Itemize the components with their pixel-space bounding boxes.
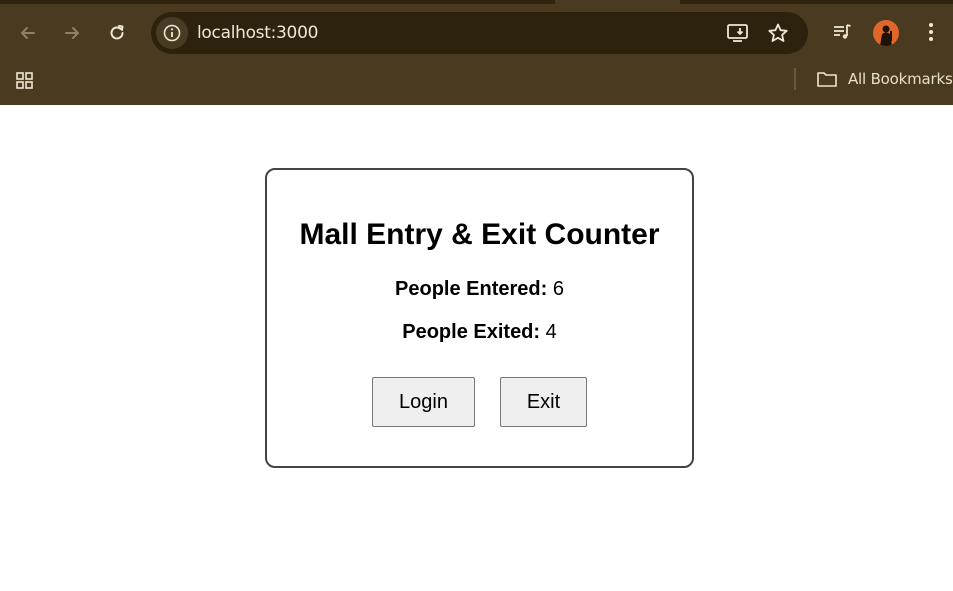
browser-chrome: localhost:3000 All Bookmarks [0, 0, 953, 105]
people-exited-label: People Exited: [402, 321, 541, 343]
bookmarks-bar: All Bookmarks [0, 62, 953, 105]
site-info-icon[interactable] [156, 17, 188, 49]
login-button[interactable]: Login [372, 377, 475, 427]
people-exited-stat: People Exited: 4 [267, 321, 692, 344]
profile-avatar[interactable] [873, 20, 899, 46]
more-menu-icon[interactable] [918, 19, 944, 45]
people-entered-stat: People Entered: 6 [267, 278, 692, 301]
back-arrow-icon [21, 27, 35, 39]
back-button[interactable] [13, 18, 43, 48]
browser-toolbar: localhost:3000 [0, 4, 953, 62]
people-entered-label: People Entered: [395, 278, 548, 300]
url-text[interactable]: localhost:3000 [197, 23, 318, 43]
address-bar[interactable]: localhost:3000 [151, 12, 808, 54]
forward-arrow-icon [65, 27, 79, 39]
folder-icon [817, 72, 837, 87]
bookmark-star-icon[interactable] [767, 22, 789, 44]
install-app-icon[interactable] [726, 22, 750, 44]
page-title: Mall Entry & Exit Counter [299, 218, 660, 251]
bookmarks-divider [794, 68, 796, 90]
counter-card: Mall Entry & Exit Counter People Entered… [265, 168, 694, 468]
page-content: Mall Entry & Exit Counter People Entered… [0, 105, 953, 591]
apps-grid-icon[interactable] [14, 70, 36, 92]
people-entered-value: 6 [552, 278, 564, 300]
reload-button[interactable] [102, 18, 132, 48]
all-bookmarks-button[interactable]: All Bookmarks [816, 68, 953, 90]
exit-button[interactable]: Exit [500, 377, 587, 427]
people-exited-value: 4 [545, 321, 557, 343]
reload-icon [110, 25, 124, 40]
media-control-icon[interactable] [829, 19, 855, 45]
forward-button[interactable] [57, 18, 87, 48]
all-bookmarks-label: All Bookmarks [848, 70, 953, 88]
